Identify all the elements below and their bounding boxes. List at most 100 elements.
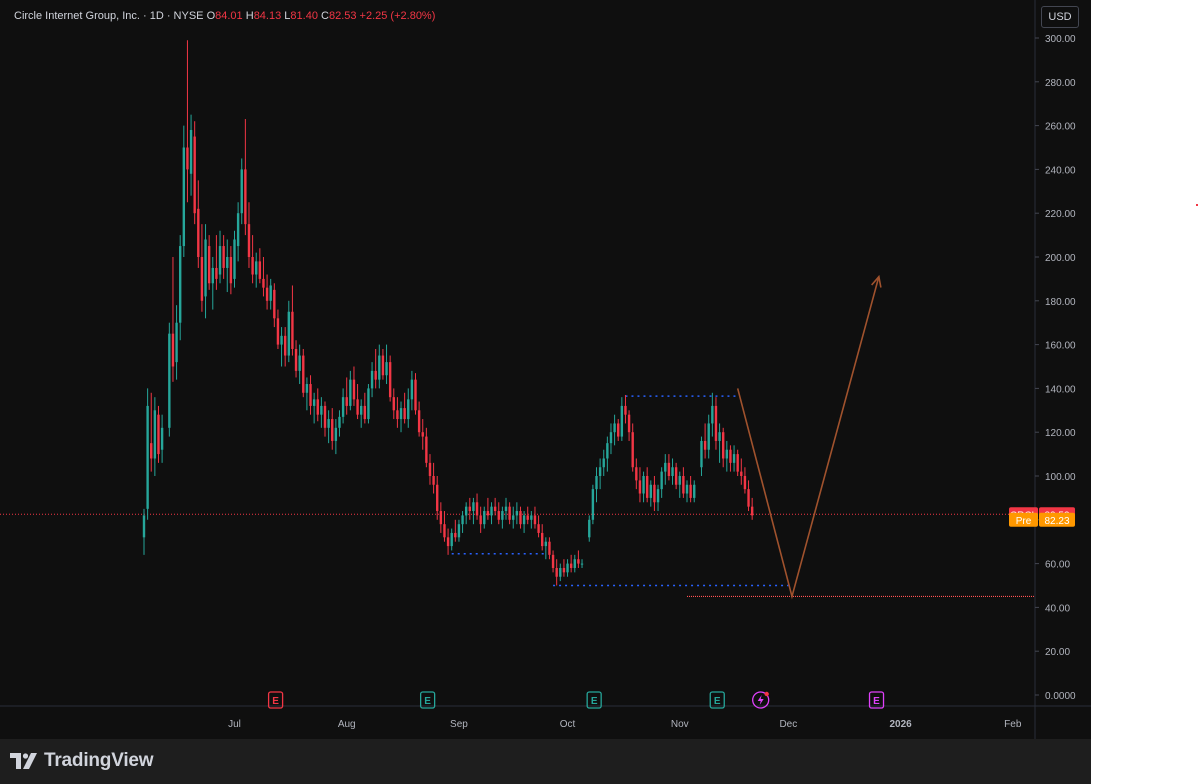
candle-body (251, 257, 254, 275)
candle-body (443, 524, 446, 538)
candle-body (671, 467, 674, 476)
x-tick-label: Aug (338, 719, 356, 730)
y-tick-label: 280.00 (1045, 78, 1076, 89)
candle-body (620, 405, 624, 437)
change-value: +2.25 (+2.80%) (359, 10, 436, 22)
x-tick-label: Jul (228, 719, 241, 730)
candle-body (327, 419, 330, 428)
candle-body (291, 311, 294, 349)
price-chart[interactable]: 300.00 280.00 260.00 240.00 220.00 200.00 180.… (0, 0, 1091, 739)
currency-button[interactable]: USD (1041, 6, 1079, 28)
y-tick-label: 20.00 (1045, 647, 1070, 658)
candle-body (414, 379, 417, 411)
candle-body (269, 285, 272, 301)
candle-body (580, 563, 584, 565)
candle-body (374, 370, 377, 380)
candle-body (186, 147, 189, 170)
candle-body (725, 449, 729, 459)
candle-body (591, 489, 595, 520)
candle-body (338, 416, 341, 428)
stray-marker (1196, 204, 1198, 206)
candle-body (685, 484, 689, 494)
candle-body (700, 440, 703, 468)
y-tick-label: 180.00 (1045, 297, 1076, 308)
y-tick-label: 300.00 (1045, 34, 1076, 45)
candle-body (298, 355, 301, 371)
candle-body (609, 432, 613, 444)
candle-body (233, 239, 236, 279)
candle-body (501, 511, 504, 520)
high-label: H (245, 10, 254, 22)
candle-body (258, 261, 262, 279)
y-tick-label: 220.00 (1045, 209, 1076, 220)
candle-body (450, 532, 453, 547)
candle-body (729, 449, 732, 463)
open-value: 84.01 (215, 10, 243, 22)
candle-body (515, 511, 519, 516)
candle-body (566, 563, 569, 573)
candle-body (255, 261, 258, 275)
candle-body (595, 476, 598, 490)
candle-body (244, 169, 247, 225)
candle-body (179, 246, 182, 323)
candle-body (548, 541, 551, 555)
candle-body (682, 476, 685, 494)
y-tick-label: 60.00 (1045, 560, 1070, 571)
candle-body (436, 484, 439, 512)
candle-body (349, 379, 352, 406)
earnings-event-letter: E (424, 696, 431, 707)
candle-body (598, 467, 602, 476)
candle-body (226, 257, 229, 268)
symbol-name: Circle Internet Group, Inc. · 1D · NYSE (14, 10, 204, 22)
candle-body (294, 348, 298, 371)
candle-body (660, 471, 663, 490)
candle-body (638, 480, 642, 494)
candle-body (262, 278, 265, 288)
earnings-event-letter: E (272, 696, 279, 707)
candle-body (370, 370, 374, 389)
candle-body (747, 489, 750, 507)
y-tick-label: 260.00 (1045, 122, 1076, 133)
event-dot-icon (764, 691, 769, 697)
candle-body (678, 476, 681, 485)
candle-body (475, 502, 479, 516)
candle-body (197, 208, 200, 257)
candle-body (693, 484, 696, 498)
candle-body (407, 399, 410, 420)
earnings-event-letter: E (873, 696, 880, 707)
candle-body (146, 405, 149, 509)
candle-body (479, 515, 482, 525)
tradingview-logo[interactable]: TradingView (10, 749, 154, 773)
x-tick-label: 2026 (889, 719, 912, 730)
candle-body (573, 559, 576, 568)
candle-body (403, 408, 406, 420)
candle-body (410, 379, 414, 400)
chart-frame[interactable]: 300.00 280.00 260.00 240.00 220.00 200.00 180.… (0, 0, 1091, 784)
candle-body (497, 511, 500, 520)
candle-body (312, 399, 316, 406)
candle-body (331, 419, 334, 441)
x-tick-label: Nov (671, 719, 689, 730)
candle-body (468, 506, 471, 512)
candle-body (204, 239, 207, 297)
earnings-event-letter: E (591, 696, 598, 707)
candle-body (417, 410, 421, 433)
candle-body (363, 405, 367, 420)
candle-body (356, 399, 359, 415)
candle-body (588, 519, 591, 538)
candle-body (247, 224, 251, 257)
candle-body (522, 515, 526, 525)
plot-background[interactable] (0, 0, 1091, 739)
low-value: 81.40 (290, 10, 318, 22)
candle-body (189, 129, 193, 174)
close-value: 82.53 (328, 10, 357, 22)
candle-body (381, 355, 385, 376)
candle-body (674, 467, 678, 485)
candle-body (215, 267, 218, 279)
candle-body (323, 405, 327, 428)
candle-body (624, 405, 627, 415)
candle-body (157, 414, 160, 455)
x-tick-label: Sep (450, 719, 468, 730)
candle-body (352, 379, 356, 400)
x-tick-label: Feb (1004, 719, 1022, 730)
